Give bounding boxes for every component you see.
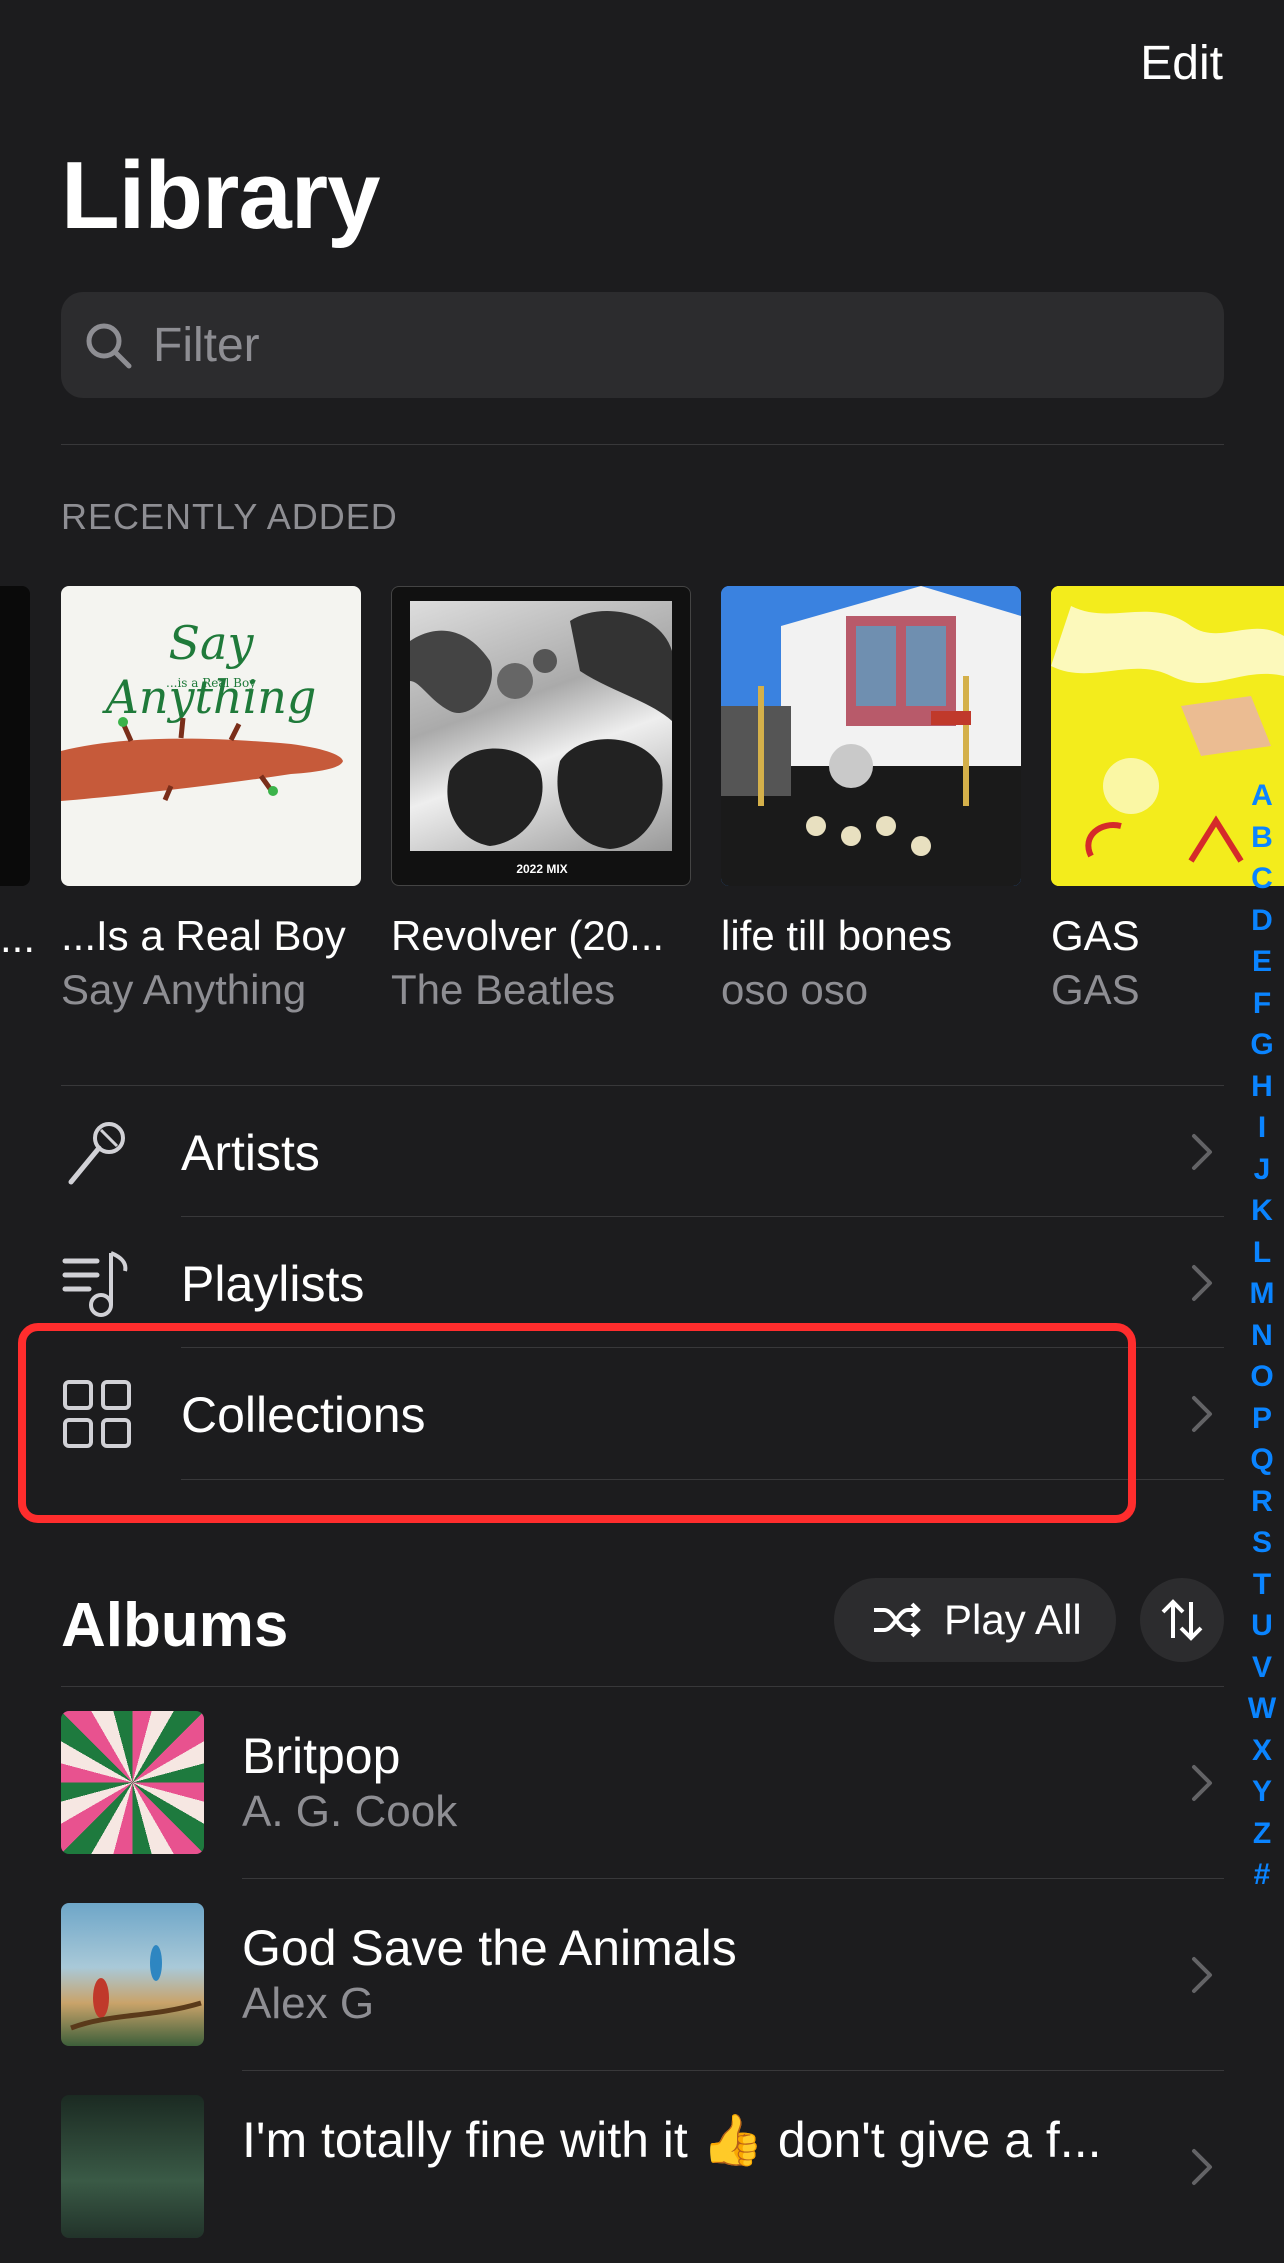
recently-added-label: RECENTLY ADDED bbox=[61, 496, 398, 537]
album-card-artist: The Beatles bbox=[391, 966, 616, 1013]
index-letter[interactable]: O bbox=[1244, 1356, 1280, 1398]
edit-button[interactable]: Edit bbox=[1140, 36, 1223, 91]
index-letter[interactable]: F bbox=[1244, 983, 1280, 1025]
index-letter[interactable]: N bbox=[1244, 1315, 1280, 1357]
album-title: I'm totally fine with it 👍 don't give a … bbox=[242, 2112, 1102, 2168]
divider bbox=[61, 444, 1224, 445]
chevron-right-icon bbox=[1192, 1957, 1212, 1993]
album-thumbnail bbox=[61, 2095, 204, 2238]
index-letter[interactable]: X bbox=[1244, 1730, 1280, 1772]
album-card-title: Revolver (20... bbox=[391, 912, 665, 959]
index-letter[interactable]: B bbox=[1244, 817, 1280, 859]
chevron-right-icon bbox=[1192, 1765, 1212, 1801]
index-letter[interactable]: K bbox=[1244, 1190, 1280, 1232]
album-cover bbox=[721, 586, 1021, 886]
album-card[interactable]: Say Anything ...is a Real Boy ...Is a Re… bbox=[61, 586, 361, 1014]
album-row[interactable]: I'm totally fine with it 👍 don't give a … bbox=[0, 2071, 1230, 2263]
album-card-partial-title: ... bbox=[0, 914, 36, 961]
index-letter[interactable]: Q bbox=[1244, 1439, 1280, 1481]
album-row[interactable]: Britpop A. G. Cook bbox=[0, 1687, 1230, 1879]
index-letter[interactable]: M bbox=[1244, 1273, 1280, 1315]
album-card-artist: oso oso bbox=[721, 966, 869, 1013]
album-cover: 2022 MIX bbox=[391, 586, 691, 886]
album-title: Britpop bbox=[242, 1728, 401, 1784]
cover-art-collage bbox=[410, 601, 672, 851]
index-letter[interactable]: A bbox=[1244, 775, 1280, 817]
index-letter[interactable]: P bbox=[1244, 1398, 1280, 1440]
page-title: Library bbox=[61, 142, 380, 249]
search-icon bbox=[86, 323, 132, 369]
album-card-partial-cover[interactable] bbox=[0, 586, 30, 886]
album-card[interactable]: 2022 MIX Revolver (20... The Beatles bbox=[391, 586, 691, 1014]
index-letter[interactable]: C bbox=[1244, 858, 1280, 900]
search-bar[interactable] bbox=[61, 292, 1224, 398]
index-letter[interactable]: G bbox=[1244, 1024, 1280, 1066]
branch-graphic bbox=[61, 717, 343, 801]
index-letter[interactable]: L bbox=[1244, 1232, 1280, 1274]
index-letter[interactable]: D bbox=[1244, 900, 1280, 942]
album-card-title: ...Is a Real Boy bbox=[61, 912, 346, 959]
album-thumbnail bbox=[61, 1711, 204, 1854]
albums-section-title: Albums bbox=[61, 1591, 289, 1660]
album-card-artist: Say Anything bbox=[61, 966, 307, 1013]
index-letter[interactable]: U bbox=[1244, 1605, 1280, 1647]
nav-label-playlists: Playlists bbox=[181, 1256, 365, 1312]
highlight-box bbox=[18, 1323, 1136, 1523]
index-letter[interactable]: I bbox=[1244, 1107, 1280, 1149]
album-artist: Alex G bbox=[242, 1979, 375, 2028]
alphabet-index[interactable]: A B C D E F G H I J K L M N O P Q R S T U V W X Y Z # bbox=[1244, 775, 1280, 1896]
playlist-icon bbox=[62, 1251, 128, 1317]
cover-art-house bbox=[721, 586, 1021, 886]
index-letter[interactable]: J bbox=[1244, 1149, 1280, 1191]
chevron-right-icon bbox=[1192, 1265, 1212, 1301]
index-letter[interactable]: V bbox=[1244, 1647, 1280, 1689]
index-letter[interactable]: E bbox=[1244, 941, 1280, 983]
sort-arrows-icon bbox=[1161, 1599, 1203, 1641]
index-letter[interactable]: S bbox=[1244, 1522, 1280, 1564]
album-card[interactable]: life till bones oso oso bbox=[721, 586, 1021, 1014]
index-letter[interactable]: Z bbox=[1244, 1813, 1280, 1855]
microphone-icon bbox=[68, 1122, 125, 1185]
album-artist: A. G. Cook bbox=[242, 1787, 458, 1836]
chevron-right-icon bbox=[1192, 1396, 1212, 1432]
chevron-right-icon bbox=[1192, 2149, 1212, 2185]
album-title: God Save the Animals bbox=[242, 1920, 737, 1976]
index-letter[interactable]: T bbox=[1244, 1564, 1280, 1606]
album-card-title: life till bones bbox=[721, 912, 953, 959]
index-letter[interactable]: W bbox=[1244, 1688, 1280, 1730]
chevron-right-icon bbox=[1192, 1134, 1212, 1170]
search-input[interactable] bbox=[153, 292, 1193, 398]
play-all-button[interactable]: Play All bbox=[834, 1578, 1116, 1662]
cover-art-text: 2022 MIX bbox=[516, 862, 568, 876]
sort-button[interactable] bbox=[1140, 1578, 1224, 1662]
nav-label-artists: Artists bbox=[181, 1125, 320, 1181]
nav-row-artists[interactable]: Artists bbox=[0, 1086, 1230, 1216]
album-cover: Say Anything ...is a Real Boy bbox=[61, 586, 361, 886]
album-thumbnail bbox=[61, 1903, 204, 2046]
album-row[interactable]: God Save the Animals Alex G bbox=[0, 1879, 1230, 2071]
index-letter[interactable]: Y bbox=[1244, 1771, 1280, 1813]
index-letter[interactable]: H bbox=[1244, 1066, 1280, 1108]
index-letter[interactable]: R bbox=[1244, 1481, 1280, 1523]
shuffle-icon bbox=[874, 1602, 921, 1638]
play-all-label: Play All bbox=[944, 1596, 1082, 1643]
index-letter[interactable]: # bbox=[1244, 1854, 1280, 1896]
